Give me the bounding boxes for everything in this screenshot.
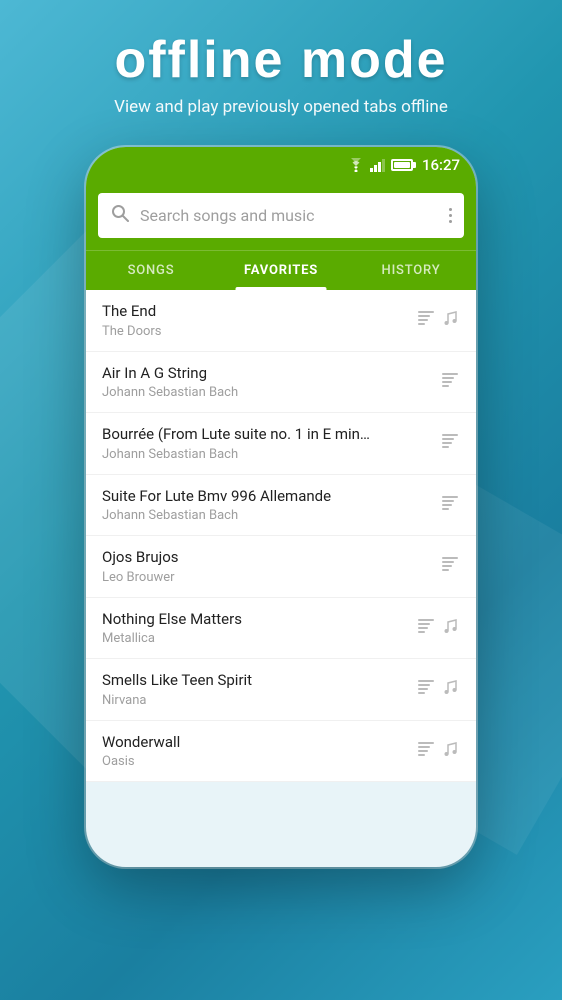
song-action-icons (440, 372, 460, 392)
header-section: offline mode View and play previously op… (0, 0, 562, 137)
music-note-icon (442, 617, 460, 639)
tab-songs[interactable]: SONGS (86, 251, 216, 290)
song-artist: Johann Sebastian Bach (102, 447, 440, 462)
song-title: Bourrée (From Lute suite no. 1 in E min… (102, 425, 440, 445)
tab-sheet-icon (416, 679, 436, 699)
song-item[interactable]: Suite For Lute Bmv 996 AllemandeJohann S… (86, 475, 476, 537)
page-title: offline mode (20, 32, 542, 89)
tab-sheet-icon (416, 741, 436, 761)
page-subtitle: View and play previously opened tabs off… (20, 97, 542, 117)
tab-sheet-icon (440, 556, 460, 576)
song-title: Wonderwall (102, 733, 416, 753)
tab-sheet-icon (440, 372, 460, 392)
song-item[interactable]: Nothing Else MattersMetallica (86, 598, 476, 660)
song-action-icons (440, 556, 460, 576)
song-item[interactable]: The End The Doors (86, 290, 476, 352)
wifi-icon (347, 158, 365, 172)
music-note-icon (442, 740, 460, 762)
song-artist: Metallica (102, 631, 416, 646)
tab-favorites[interactable]: FAVORITES (216, 251, 346, 290)
search-placeholder-text: Search songs and music (140, 206, 439, 225)
song-action-icons (416, 617, 460, 639)
tab-bar: SONGS FAVORITES HISTORY (86, 250, 476, 290)
phone-body: 16:27 Search songs and music (86, 147, 476, 867)
song-artist: Leo Brouwer (102, 570, 440, 585)
song-item[interactable]: WonderwallOasis (86, 721, 476, 783)
song-item[interactable]: Ojos Brujos Leo Brouwer (86, 536, 476, 598)
tab-sheet-icon (440, 433, 460, 453)
tab-sheet-icon (440, 495, 460, 515)
phone-mockup: 16:27 Search songs and music (0, 147, 562, 867)
status-time: 16:27 (422, 156, 460, 174)
song-artist: Johann Sebastian Bach (102, 385, 440, 400)
battery-icon (391, 159, 413, 171)
signal-icon (370, 158, 386, 172)
song-title: Smells Like Teen Spirit (102, 671, 416, 691)
music-note-icon (442, 309, 460, 331)
song-action-icons (416, 309, 460, 331)
tab-sheet-icon (416, 310, 436, 330)
more-options-icon[interactable] (449, 208, 452, 223)
song-title: The End (102, 302, 416, 322)
song-action-icons (416, 678, 460, 700)
song-item[interactable]: Smells Like Teen Spirit Nirvana (86, 659, 476, 721)
song-action-icons (416, 740, 460, 762)
song-title: Nothing Else Matters (102, 610, 416, 630)
search-bar: Search songs and music (86, 183, 476, 250)
song-list: The EndThe Doors Air In A G StringJohann… (86, 290, 476, 782)
song-item[interactable]: Air In A G StringJohann Sebastian Bach (86, 352, 476, 414)
search-icon (110, 203, 130, 228)
song-artist: The Doors (102, 324, 416, 339)
music-note-icon (442, 678, 460, 700)
song-artist: Oasis (102, 754, 416, 769)
song-action-icons (440, 433, 460, 453)
song-action-icons (440, 495, 460, 515)
status-icons: 16:27 (347, 156, 460, 174)
song-title: Suite For Lute Bmv 996 Allemande (102, 487, 440, 507)
song-title: Ojos Brujos (102, 548, 440, 568)
song-item[interactable]: Bourrée (From Lute suite no. 1 in E min…… (86, 413, 476, 475)
tab-history[interactable]: HISTORY (346, 251, 476, 290)
status-bar: 16:27 (86, 147, 476, 183)
tab-sheet-icon (416, 618, 436, 638)
song-artist: Nirvana (102, 693, 416, 708)
song-title: Air In A G String (102, 364, 440, 384)
search-input-container[interactable]: Search songs and music (98, 193, 464, 238)
song-artist: Johann Sebastian Bach (102, 508, 440, 523)
